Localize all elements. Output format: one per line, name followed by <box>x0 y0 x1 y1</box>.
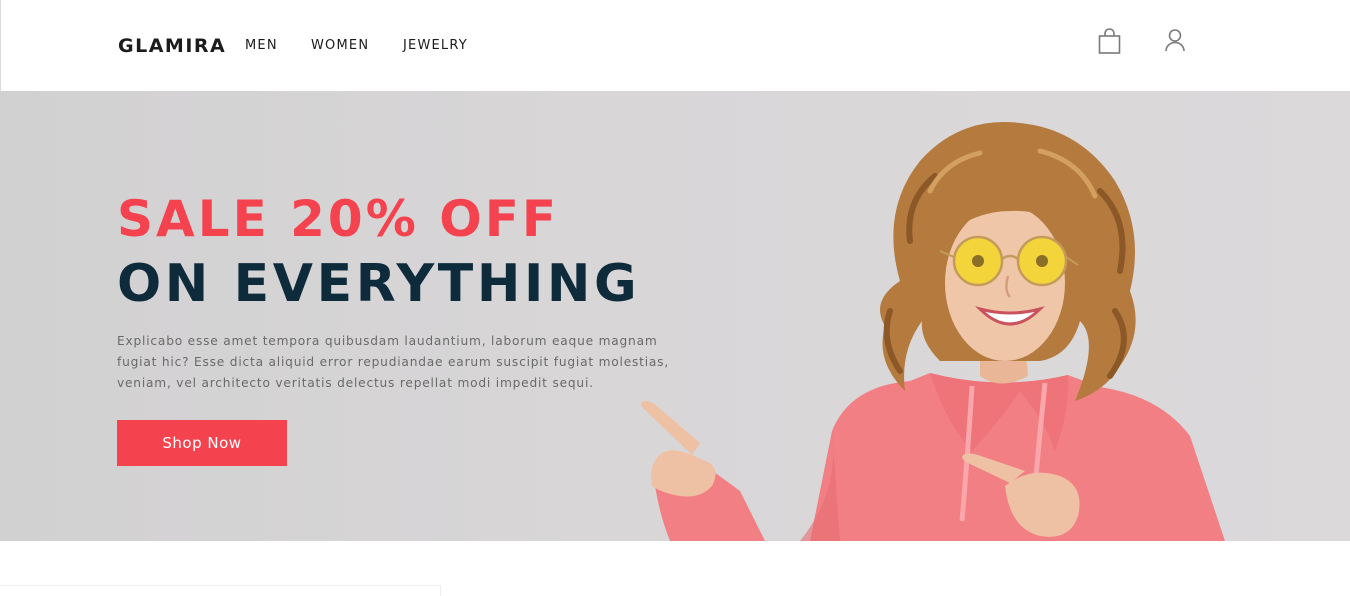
section-divider-edge <box>440 585 441 596</box>
section-divider <box>0 585 440 586</box>
nav-link-jewelry[interactable]: JEWELRY <box>403 38 468 53</box>
hero-banner: SALE 20% OFF ON EVERYTHING Explicabo ess… <box>0 91 1350 541</box>
user-icon[interactable] <box>1162 27 1188 55</box>
sale-headline: SALE 20% OFF <box>117 190 560 248</box>
sale-subheadline: ON EVERYTHING <box>117 254 641 314</box>
hero-model-image <box>641 122 1225 541</box>
shopping-bag-icon[interactable] <box>1097 27 1123 55</box>
hero-description: Explicabo esse amet tempora quibusdam la… <box>117 334 670 390</box>
shop-now-button[interactable]: Shop Now <box>117 420 287 466</box>
brand-logo[interactable]: GLAMIRA <box>118 35 226 57</box>
nav-link-women[interactable]: WOMEN <box>311 38 369 53</box>
nav-link-men[interactable]: MEN <box>245 38 278 53</box>
top-navbar: GLAMIRA MEN WOMEN JEWELRY <box>0 0 1350 91</box>
